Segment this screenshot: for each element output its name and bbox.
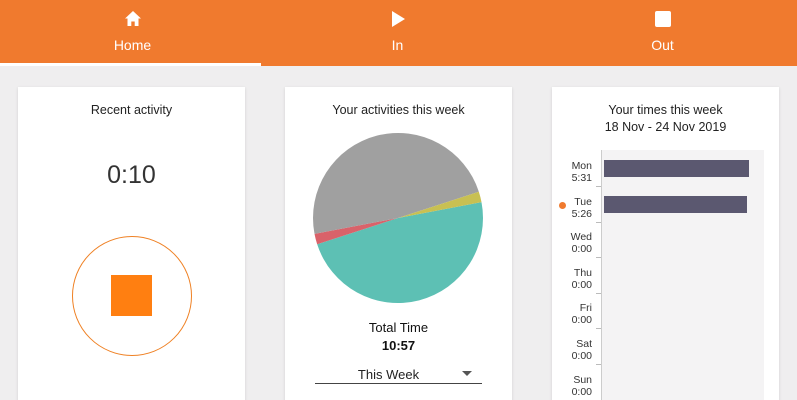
day-name: Mon xyxy=(571,160,592,172)
day-name: Sat xyxy=(576,338,592,350)
weekly-times-title: Your times this week xyxy=(608,103,723,117)
day-name: Sun xyxy=(573,373,592,386)
play-icon xyxy=(391,11,405,27)
day-time: 0:00 xyxy=(571,314,592,327)
recent-activity-card: Recent activity 0:10 xyxy=(18,87,245,400)
tab-out[interactable]: Out xyxy=(530,0,795,66)
period-select[interactable]: This Week xyxy=(315,363,482,384)
total-time-value: 10:57 xyxy=(381,338,416,353)
stop-button[interactable] xyxy=(72,236,192,356)
home-icon xyxy=(124,11,141,26)
day-label-mon: Mon 5:31 xyxy=(552,160,592,184)
axis-tick xyxy=(596,292,601,294)
recent-activity-title: Recent activity xyxy=(90,103,173,117)
day-name: Tue xyxy=(574,195,592,208)
weekly-times-card: Your times this week 18 Nov - 24 Nov 201… xyxy=(552,87,779,400)
day-time: 0:00 xyxy=(571,385,592,398)
tab-in-label: In xyxy=(391,37,404,53)
stop-icon xyxy=(111,275,152,316)
day-time: 0:00 xyxy=(571,243,592,256)
day-time: 0:00 xyxy=(571,350,592,362)
tab-home[interactable]: Home xyxy=(0,0,265,66)
day-name: Thu xyxy=(573,266,592,279)
day-time: 5:31 xyxy=(571,172,592,184)
tab-home-label: Home xyxy=(113,37,152,53)
tab-out-label: Out xyxy=(651,37,674,53)
day-time: 5:26 xyxy=(571,207,592,220)
top-navigation: Home In Out xyxy=(0,0,797,66)
axis-tick xyxy=(596,328,601,330)
times-axis xyxy=(601,150,602,400)
weekly-activities-title: Your activities this week xyxy=(332,103,465,117)
today-indicator xyxy=(559,201,566,209)
day-label-thu: Thu 0:00 xyxy=(552,267,592,291)
day-label-sun: Sun 0:00 xyxy=(552,374,592,398)
period-select-value: This Week xyxy=(357,367,420,382)
day-label-sat: Sat 0:00 xyxy=(552,338,592,362)
axis-tick xyxy=(596,221,601,223)
axis-tick xyxy=(596,186,601,187)
day-time: 0:00 xyxy=(571,278,592,291)
day-name: Fri xyxy=(579,302,592,315)
axis-tick xyxy=(596,364,601,365)
time-bar-tue[interactable] xyxy=(604,195,747,213)
active-tab-indicator xyxy=(0,63,261,66)
tab-in[interactable]: In xyxy=(265,0,530,66)
day-label-wed: Wed 0:00 xyxy=(552,231,592,255)
day-name: Wed xyxy=(570,231,592,244)
date-range: 18 Nov - 24 Nov 2019 xyxy=(604,120,727,134)
day-label-fri: Fri 0:00 xyxy=(552,302,592,326)
total-time-label: Total Time xyxy=(368,320,429,335)
day-label-tue: Tue 5:26 xyxy=(552,196,592,220)
stop-icon xyxy=(654,11,671,27)
axis-tick xyxy=(596,257,601,259)
weekly-activities-card: Your activities this week Total Time 10:… xyxy=(285,87,512,400)
activities-pie-chart xyxy=(313,132,483,304)
caret-down-icon xyxy=(462,371,472,376)
time-bar-mon[interactable] xyxy=(604,160,749,177)
times-bar-chart xyxy=(601,150,764,400)
elapsed-timer: 0:10 xyxy=(107,161,156,189)
